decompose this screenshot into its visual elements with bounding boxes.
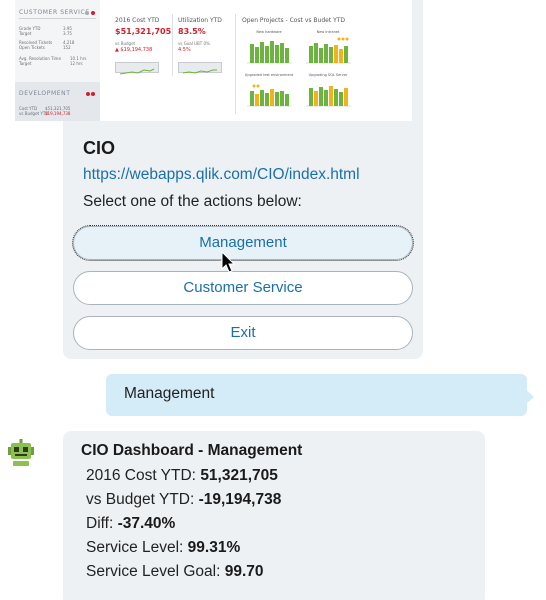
bot-message-title: CIO Dashboard - Management bbox=[81, 442, 303, 459]
thumb-dot-icon bbox=[91, 11, 95, 15]
mouse-cursor-icon bbox=[221, 251, 236, 273]
thumb-kpi-util-value: 83.5% bbox=[178, 27, 206, 36]
bot-line-label: Diff: bbox=[86, 515, 118, 532]
dashboard-link[interactable]: https://webapps.qlik.com/CIO/index.html bbox=[83, 166, 360, 184]
thumb-kpi-cost-diff: ▲ $19,194,738 bbox=[115, 47, 153, 53]
card-prompt: Select one of the actions below: bbox=[83, 193, 302, 210]
thumb-divider bbox=[19, 18, 96, 19]
thumb-dev-title: DEVELOPMENT bbox=[19, 90, 71, 97]
thumb-dot-icon bbox=[86, 92, 90, 96]
thumb-dot-icon bbox=[85, 11, 89, 15]
bot-line-label: Service Level: bbox=[86, 539, 188, 556]
thumb-dot-icon bbox=[91, 92, 95, 96]
management-button[interactable]: Management bbox=[72, 225, 414, 261]
bot-line-service-level: Service Level: 99.31% bbox=[86, 539, 240, 557]
thumb-mini-chart: New Intranet bbox=[303, 30, 353, 68]
bot-line-service-goal: Service Level Goal: 99.70 bbox=[86, 563, 264, 581]
thumb-sparkline bbox=[178, 62, 222, 74]
thumbnail-sidebar: CUSTOMER SERVICE Grade YTD 3.95 Target 3… bbox=[15, 0, 100, 121]
thumb-sparkline bbox=[115, 62, 159, 75]
bot-line-value: -37.40% bbox=[117, 515, 176, 532]
thumb-divider bbox=[172, 14, 173, 76]
thumb-mini-title: Upgraded test environment bbox=[244, 73, 294, 77]
bot-line-label: vs Budget YTD: bbox=[86, 491, 199, 508]
thumb-projects-title: Open Projects - Cost vs Budet YTD bbox=[242, 17, 346, 24]
thumb-mini-chart: New hardware bbox=[244, 30, 294, 68]
bot-line-value: 51,321,705 bbox=[200, 467, 278, 484]
thumb-mini-chart: Upgraded test environment bbox=[244, 73, 294, 111]
user-message-tail bbox=[526, 390, 534, 404]
card-title: CIO bbox=[83, 138, 116, 158]
thumb-cs-row-value: 152 bbox=[63, 45, 71, 50]
thumb-cs-row-label: Open Tickets bbox=[19, 45, 45, 50]
user-message-text: Management bbox=[124, 385, 215, 402]
thumb-cs-row-label: Target bbox=[19, 61, 32, 66]
exit-button[interactable]: Exit bbox=[73, 316, 413, 350]
thumb-kpi-util-sub: vs Goal UBT 0% bbox=[178, 41, 210, 46]
thumb-kpi-util-title: Utilization YTD bbox=[178, 17, 222, 24]
thumb-kpi-cost-sub: vs Budget bbox=[115, 41, 136, 46]
thumb-kpi-util-diff: 4.5% bbox=[178, 47, 191, 53]
thumb-kpi-cost-title: 2016 Cost YTD bbox=[115, 17, 160, 24]
bot-line-diff: Diff: -37.40% bbox=[86, 515, 175, 533]
thumb-mini-chart: Upgrading SQL Server bbox=[303, 73, 353, 111]
thumb-divider bbox=[235, 14, 236, 114]
thumb-cs-row-value: 3.75 bbox=[63, 31, 72, 36]
bot-line-label: Service Level Goal: bbox=[86, 563, 225, 580]
thumb-dev-row-value: $19,194,738 bbox=[45, 111, 71, 116]
bot-avatar-icon bbox=[8, 439, 34, 466]
bot-line-value: 99.70 bbox=[224, 563, 264, 580]
thumb-mini-title: New Intranet bbox=[316, 30, 340, 34]
bot-line-label: 2016 Cost YTD: bbox=[86, 467, 201, 484]
bot-line-value: 99.31% bbox=[187, 539, 241, 556]
thumb-cs-row-value: 12 hrs bbox=[70, 61, 83, 66]
thumb-kpi-cost-value: $51,321,705 bbox=[115, 27, 172, 36]
customer-service-button[interactable]: Customer Service bbox=[73, 271, 413, 305]
bot-line-value: -19,194,738 bbox=[198, 491, 282, 508]
bot-line-budget: vs Budget YTD: -19,194,738 bbox=[86, 491, 281, 509]
thumb-dev-row-label: vs Budget YTD bbox=[19, 111, 49, 116]
dashboard-preview-image[interactable]: CUSTOMER SERVICE Grade YTD 3.95 Target 3… bbox=[15, 0, 412, 121]
thumb-cs-row-label: Target bbox=[19, 31, 32, 36]
thumb-mini-title: New hardware bbox=[256, 30, 282, 34]
thumb-cs-title: CUSTOMER SERVICE bbox=[19, 9, 90, 16]
bot-line-cost: 2016 Cost YTD: 51,321,705 bbox=[86, 467, 278, 485]
thumb-mini-title: Upgrading SQL Server bbox=[308, 73, 348, 77]
